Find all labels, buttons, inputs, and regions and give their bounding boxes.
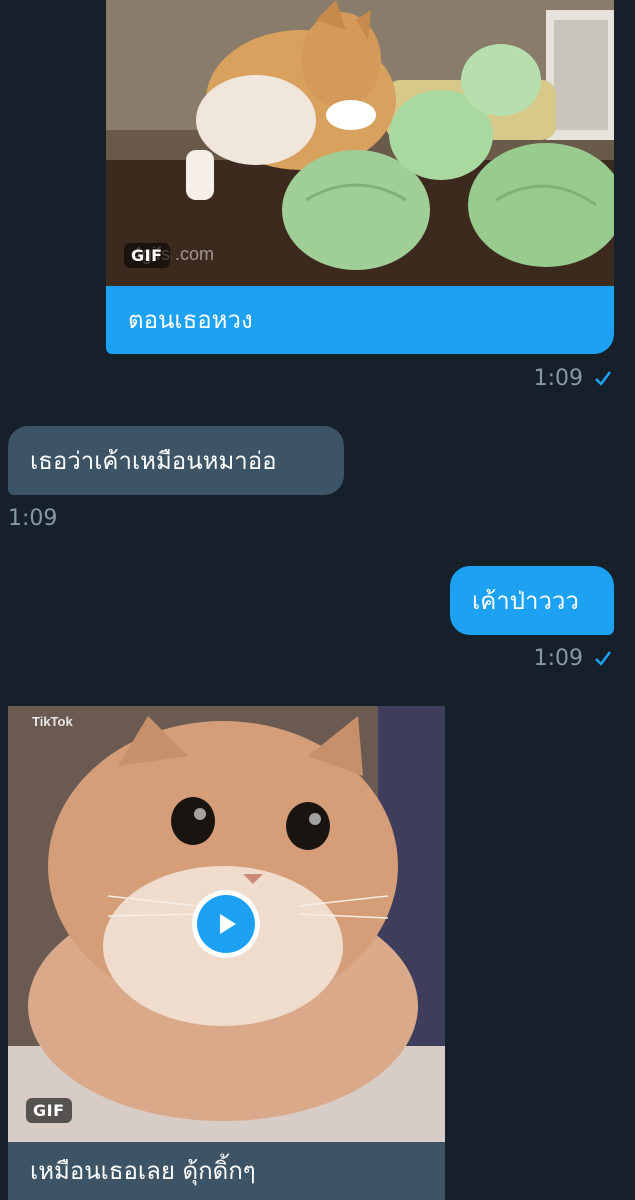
check-icon <box>595 651 611 666</box>
message-meta: 1:09 <box>8 503 57 533</box>
dog-gif-caption: ตอนเธอหวง <box>106 286 614 354</box>
timestamp: 1:09 <box>8 505 58 531</box>
sent-text-bubble[interactable]: เค้าป่าววว <box>450 566 614 635</box>
gif-badge: GIF <box>124 243 170 268</box>
check-icon <box>595 371 611 386</box>
message-meta: 1:09 <box>534 643 613 673</box>
play-icon[interactable] <box>192 890 260 958</box>
cat-gif-caption: เหมือนเธอเลย ดุ้กดิ้กๆ <box>8 1142 445 1200</box>
timestamp: 1:09 <box>533 645 583 671</box>
tiktok-watermark: TikTok <box>32 714 73 729</box>
dog-gif-media[interactable]: 4gifs .com GIF <box>106 0 614 286</box>
received-text-bubble[interactable]: เธอว่าเค้าเหมือนหมาอ่อ <box>8 426 344 495</box>
dog-gif-image: 4gifs .com <box>106 0 614 286</box>
gif-badge: GIF <box>26 1098 72 1123</box>
timestamp: 1:09 <box>533 365 583 391</box>
message-meta: 1:09 <box>534 363 613 393</box>
cat-gif-media[interactable]: TikTok GIF <box>8 706 445 1142</box>
